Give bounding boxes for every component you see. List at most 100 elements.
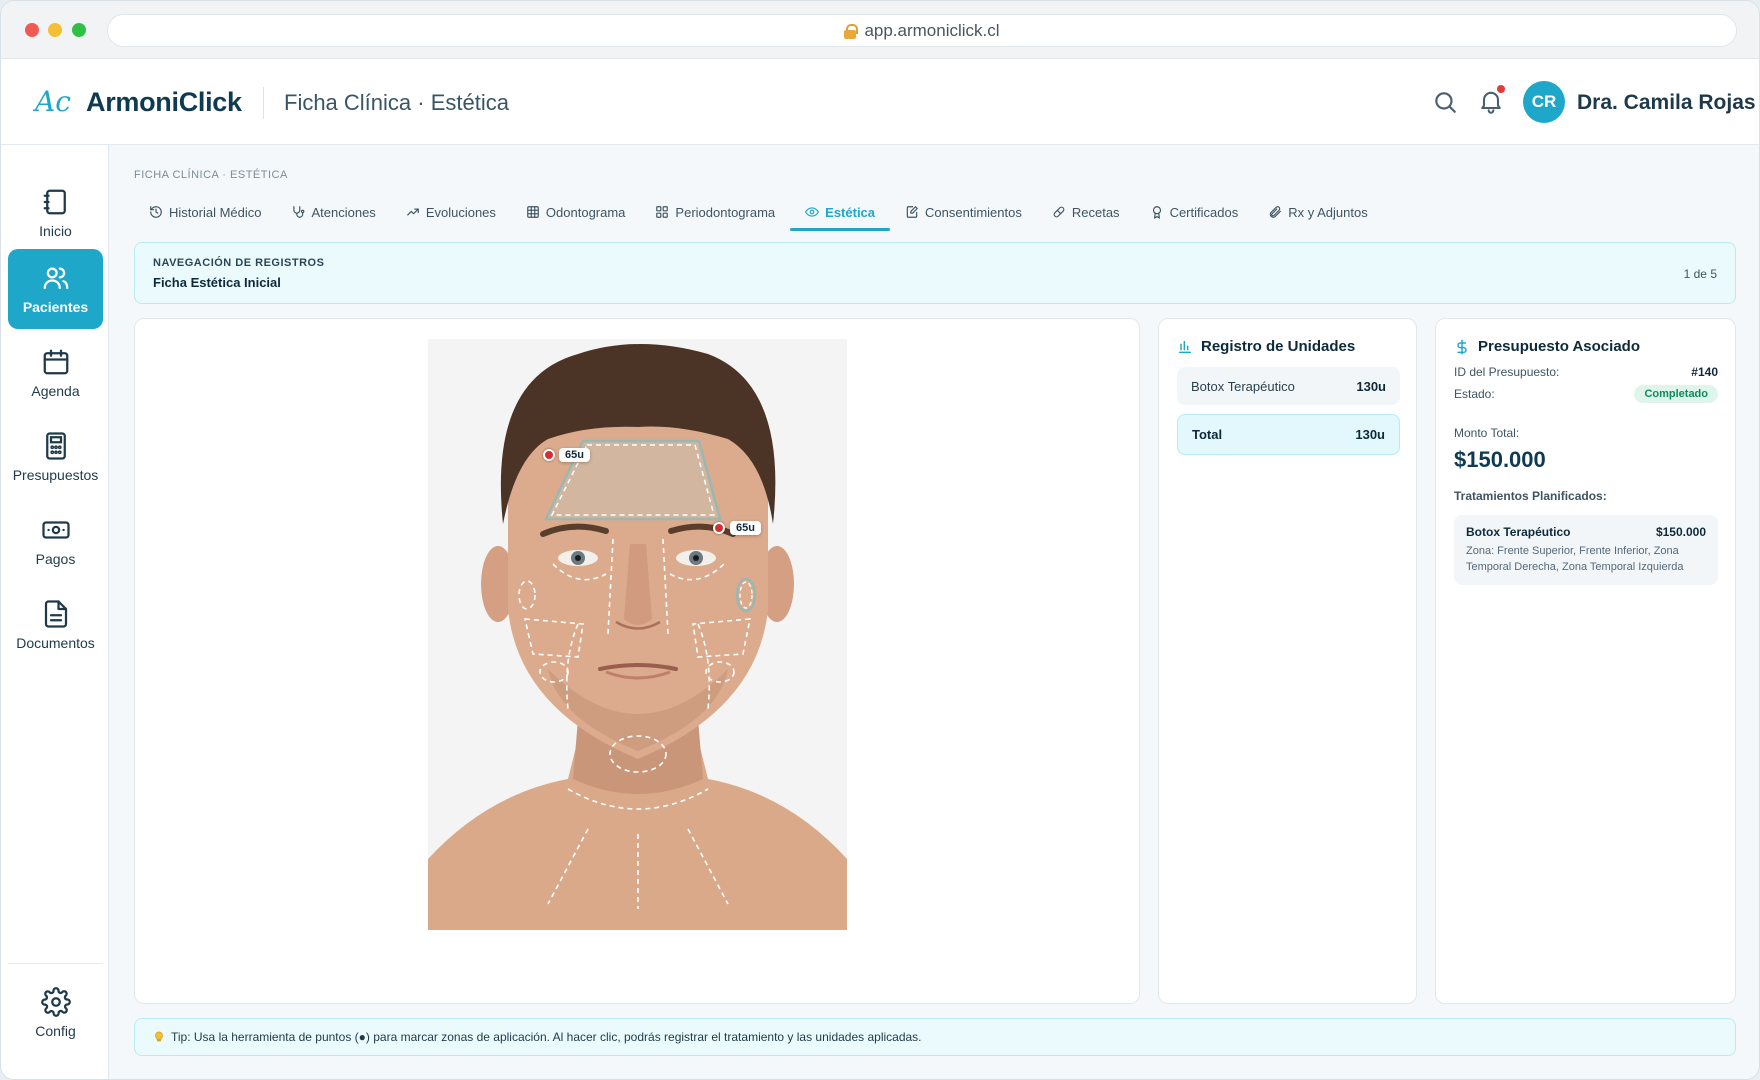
history-icon (150, 206, 162, 218)
app-window: app.armoniclick.cl Ac ArmoniClick Ficha … (0, 0, 1760, 1080)
face-photo[interactable] (428, 339, 847, 930)
award-icon (1152, 206, 1161, 219)
close-window-button[interactable] (25, 23, 39, 37)
calculator-icon (45, 432, 66, 460)
tab-label: Atenciones (311, 204, 376, 220)
sidebar-item-inicio[interactable]: Inicio (8, 173, 103, 253)
tab-label: Periodontograma (675, 204, 776, 220)
paperclip-icon (1269, 206, 1282, 218)
app-header: Ac ArmoniClick Ficha Clínica · Estética … (1, 59, 1759, 145)
face-map-card: 65u 65u (134, 318, 1140, 1004)
unit-treatment: Botox Terapéutico (1191, 378, 1295, 394)
tab-evoluciones[interactable]: Evoluciones (391, 195, 511, 229)
budget-card: Presupuesto Asociado ID del Presupuesto:… (1435, 318, 1736, 1004)
tab-rx-adjuntos[interactable]: Rx y Adjuntos (1253, 195, 1383, 229)
browser-chrome: app.armoniclick.cl (1, 1, 1759, 59)
tab-label: Rx y Adjuntos (1288, 204, 1368, 220)
stethoscope-icon (293, 206, 305, 218)
status-badge: Completado (1634, 385, 1718, 403)
tab-certificados[interactable]: Certificados (1135, 195, 1254, 229)
maximize-window-button[interactable] (72, 23, 86, 37)
planned-treatments-label: Tratamientos Planificados: (1454, 489, 1607, 503)
record-navigation[interactable]: NAVEGACIÓN DE REGISTROS Ficha Estética I… (134, 242, 1736, 304)
marker-label: 65u (559, 448, 590, 462)
trend-icon (406, 208, 419, 216)
unit-total-value: 130u (1355, 427, 1385, 442)
bar-chart-icon (1178, 340, 1192, 353)
breadcrumb: FICHA CLÍNICA · ESTÉTICA (134, 169, 288, 181)
users-icon (43, 267, 68, 290)
tab-estetica[interactable]: Estética (790, 195, 890, 231)
injection-marker[interactable] (543, 449, 555, 461)
injection-marker[interactable] (713, 522, 725, 534)
unit-total-label: Total (1192, 427, 1223, 442)
sidebar-item-presupuestos[interactable]: Presupuestos (8, 417, 103, 497)
budget-amount: $150.000 (1454, 447, 1546, 472)
treatment-name: Botox Terapéutico (1466, 525, 1571, 539)
budget-id-row: ID del Presupuesto: #140 (1454, 365, 1718, 379)
planned-treatment-item[interactable]: Botox Terapéutico $150.000 Zona: Frente … (1454, 515, 1718, 585)
avatar[interactable]: CR (1523, 81, 1565, 123)
unit-total-row: Total 130u (1177, 414, 1400, 455)
treatment-zones: Zona: Frente Superior, Frente Inferior, … (1466, 545, 1684, 573)
tab-consentimientos[interactable]: Consentimientos (890, 195, 1037, 229)
treatment-price: $150.000 (1655, 525, 1706, 539)
tip-text: Tip: Usa la herramienta de puntos (●) pa… (171, 1030, 922, 1044)
tab-label: Certificados (1169, 204, 1239, 220)
gear-icon (40, 987, 71, 1017)
units-title-text: Registro de Unidades (1201, 338, 1356, 355)
tab-recetas[interactable]: Recetas (1037, 195, 1135, 229)
tab-historial-medico[interactable]: Historial Médico (134, 195, 276, 229)
sidebar-item-label: Documentos (16, 635, 95, 651)
brand-name[interactable]: ArmoniClick (86, 87, 242, 118)
banknote-icon (41, 521, 70, 539)
sidebar-item-pacientes[interactable]: Pacientes (8, 249, 103, 329)
budget-id-value: #140 (1691, 365, 1718, 379)
grid-icon (527, 206, 539, 218)
record-navigation-label: NAVEGACIÓN DE REGISTROS (153, 257, 325, 269)
record-pagination: 1 de 5 (1683, 267, 1717, 281)
sidebar: Inicio Pacientes Agenda Presupuestos Pag… (1, 145, 109, 1079)
unit-row[interactable]: Botox Terapéutico 130u (1177, 367, 1400, 405)
tab-bar: Historial Médico Atenciones Evoluciones … (134, 195, 1383, 231)
sidebar-item-label: Pacientes (22, 299, 89, 315)
tab-label: Estética (825, 204, 876, 220)
sidebar-item-documentos[interactable]: Documentos (8, 585, 103, 665)
sidebar-divider (8, 963, 103, 964)
units-card-title: Registro de Unidades (1177, 338, 1355, 355)
notebook-icon (43, 189, 66, 215)
minimize-window-button[interactable] (48, 23, 62, 37)
eye-icon (805, 207, 820, 217)
sidebar-item-label: Pagos (35, 551, 76, 567)
sidebar-item-pagos[interactable]: Pagos (8, 501, 103, 581)
layout-icon (656, 206, 669, 218)
tab-periodontograma[interactable]: Periodontograma (640, 195, 790, 229)
tab-odontograma[interactable]: Odontograma (511, 195, 641, 229)
sidebar-item-label: Config (35, 1023, 76, 1039)
sidebar-item-label: Agenda (31, 383, 80, 399)
tab-label: Evoluciones (425, 204, 496, 220)
search-icon[interactable] (1432, 89, 1458, 115)
budget-id-label: ID del Presupuesto: (1454, 365, 1560, 379)
sidebar-item-config[interactable]: Config (8, 973, 103, 1053)
calendar-icon (43, 349, 68, 375)
tab-label: Recetas (1071, 204, 1120, 220)
tab-atenciones[interactable]: Atenciones (276, 195, 390, 229)
pill-icon (1053, 206, 1065, 218)
budget-title-text: Presupuesto Asociado (1478, 338, 1640, 355)
tab-label: Consentimientos (925, 204, 1022, 220)
sidebar-item-label: Inicio (39, 223, 72, 239)
tab-label: Odontograma (545, 204, 626, 220)
notification-dot (1497, 85, 1505, 93)
sidebar-item-agenda[interactable]: Agenda (8, 333, 103, 413)
budget-status-row: Estado: Completado (1454, 385, 1718, 403)
logo-icon: Ac (35, 85, 71, 118)
document-icon (44, 600, 67, 628)
lightbulb-icon (155, 1031, 163, 1042)
budget-status-label: Estado: (1454, 387, 1495, 401)
address-bar[interactable]: app.armoniclick.cl (107, 14, 1737, 47)
units-card: Registro de Unidades Botox Terapéutico 1… (1158, 318, 1417, 1004)
treatment-header: Botox Terapéutico $150.000 (1466, 525, 1706, 539)
user-name[interactable]: Dra. Camila Rojas (1577, 91, 1756, 115)
edit-doc-icon (906, 206, 918, 218)
